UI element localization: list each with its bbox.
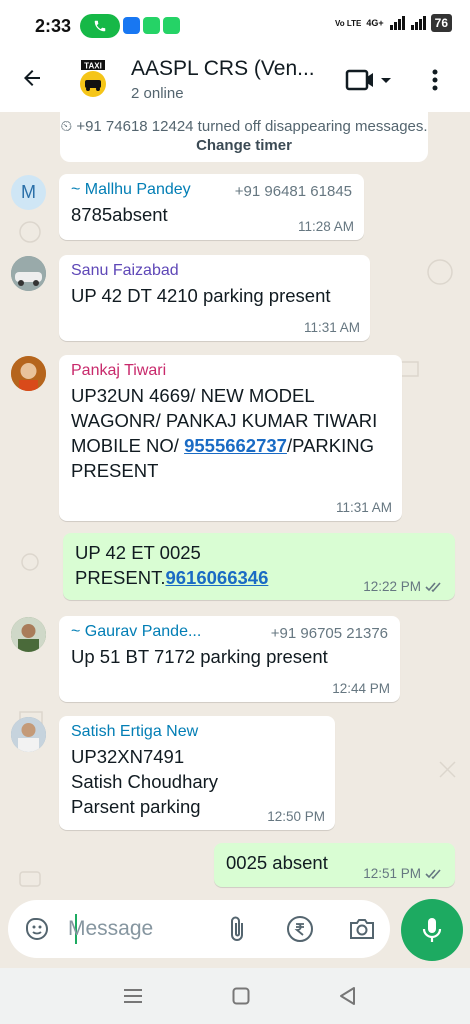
avatar[interactable]: M xyxy=(11,175,46,210)
avatar[interactable] xyxy=(11,717,46,752)
message-bubble[interactable]: Satish Ertiga New UP32XN7491 Satish Chou… xyxy=(59,716,335,830)
message-text-line: UP32XN7491 xyxy=(71,746,185,767)
message-bubble[interactable]: ~ Gaurav Pande... +91 96705 21376 Up 51 … xyxy=(59,616,400,702)
ongoing-call-icon[interactable] xyxy=(80,14,120,38)
message-bubble-outgoing[interactable]: UP 42 ET 0025 PRESENT.9616066346 12:22 P… xyxy=(63,533,455,600)
home-icon[interactable] xyxy=(232,987,250,1010)
whatsapp-business-notification-icon xyxy=(163,17,180,34)
message-text: UP32UN 4669/ NEW MODEL WAGONR/ PANKAJ KU… xyxy=(71,383,390,483)
system-message-text: +91 74618 12424 turned off disappearing … xyxy=(76,118,428,135)
attach-icon[interactable] xyxy=(226,915,248,948)
status-bar: 2:33 Vo LTE 4G+ 76 xyxy=(0,0,470,52)
avatar[interactable] xyxy=(11,356,46,391)
message-composer[interactable]: Message xyxy=(8,900,390,958)
battery-level: 76 xyxy=(430,14,452,32)
message-time: 11:28 AM xyxy=(298,219,354,234)
sender-name[interactable]: Satish Ertiga New xyxy=(71,723,323,741)
system-message: ⏲ +91 74618 12424 turned off disappearin… xyxy=(60,112,428,162)
whatsapp-notification-icon xyxy=(143,17,160,34)
recent-apps-icon[interactable] xyxy=(124,988,142,1009)
group-title[interactable]: AASPL CRS (Ven... xyxy=(131,57,315,81)
camera-icon[interactable] xyxy=(348,916,376,947)
message-time-text: 12:51 PM xyxy=(363,866,421,881)
message-time-text: 12:50 PM xyxy=(267,809,325,824)
back-nav-icon[interactable] xyxy=(338,986,356,1011)
message-bubble[interactable]: Pankaj Tiwari UP32UN 4669/ NEW MODEL WAG… xyxy=(59,355,402,521)
timer-icon: ⏲ xyxy=(60,118,73,135)
phone-link[interactable]: 9616066346 xyxy=(165,567,268,588)
message-bubble[interactable]: ~ Mallhu Pandey +91 96481 61845 8785abse… xyxy=(59,174,364,240)
message-time-text: 11:28 AM xyxy=(297,219,354,234)
rupee-icon[interactable] xyxy=(286,915,314,948)
avatar[interactable] xyxy=(11,256,46,291)
avatar[interactable] xyxy=(11,617,46,652)
message-time-text: 11:31 AM xyxy=(303,320,360,335)
group-avatar-text: TAXI xyxy=(84,62,102,71)
sender-name[interactable]: Sanu Faizabad xyxy=(71,262,358,280)
group-avatar[interactable]: TAXI xyxy=(70,56,116,102)
message-text: Up 51 BT 7172 parking present xyxy=(71,646,328,667)
message-time: 11:31 AM xyxy=(336,500,392,515)
status-indicators: Vo LTE 4G+ 76 xyxy=(335,14,452,32)
sender-phone: +91 96705 21376 xyxy=(270,625,388,642)
sender-name[interactable]: Pankaj Tiwari xyxy=(71,362,390,380)
message-text: UP 42 DT 4210 parking present xyxy=(71,285,331,306)
volte-indicator: Vo LTE xyxy=(335,18,362,28)
avatar-letter: M xyxy=(21,182,36,202)
message-time-text: 12:44 PM xyxy=(332,681,390,696)
phone-link[interactable]: 9555662737 xyxy=(184,435,287,456)
back-arrow-icon[interactable] xyxy=(20,66,44,95)
network-type: 4G+ xyxy=(366,18,384,28)
sticker-icon[interactable] xyxy=(24,916,50,947)
message-time: 11:31 AM xyxy=(304,320,360,335)
message-bubble[interactable]: Sanu Faizabad UP 42 DT 4210 parking pres… xyxy=(59,255,370,341)
message-time: 12:44 PM xyxy=(332,681,390,696)
message-time-text: 11:31 AM xyxy=(335,500,392,515)
status-time: 2:33 xyxy=(35,16,72,36)
video-call-icon[interactable] xyxy=(345,68,393,99)
system-navigation-bar xyxy=(0,968,470,1024)
chat-header: TAXI AASPL CRS (Ven... 2 online xyxy=(0,52,470,112)
group-subtitle: 2 online xyxy=(131,85,184,102)
signal-icon-2 xyxy=(410,16,426,30)
sender-phone: +91 96481 61845 xyxy=(234,183,352,200)
read-ticks-icon xyxy=(425,581,441,592)
chat-area[interactable]: ⏲ +91 74618 12424 turned off disappearin… xyxy=(0,112,470,968)
message-time: 12:22 PM xyxy=(363,579,445,594)
change-timer-link[interactable]: Change timer xyxy=(196,137,292,154)
message-text-line: Satish Choudhary xyxy=(71,771,219,792)
message-time: 12:51 PM xyxy=(363,866,445,881)
message-time: 12:50 PM xyxy=(267,809,325,824)
message-time-text: 12:22 PM xyxy=(363,579,421,594)
message-text: UP 42 ET 0025 PRESENT.9616066346 xyxy=(75,540,315,590)
read-ticks-icon xyxy=(425,868,441,879)
more-options-icon[interactable] xyxy=(432,68,438,97)
mic-icon[interactable] xyxy=(401,899,463,961)
message-input[interactable]: Message xyxy=(68,917,153,941)
message-bubble-outgoing[interactable]: 0025 absent 12:51 PM xyxy=(214,843,455,887)
facebook-notification-icon xyxy=(123,17,140,34)
signal-icon xyxy=(389,16,405,30)
